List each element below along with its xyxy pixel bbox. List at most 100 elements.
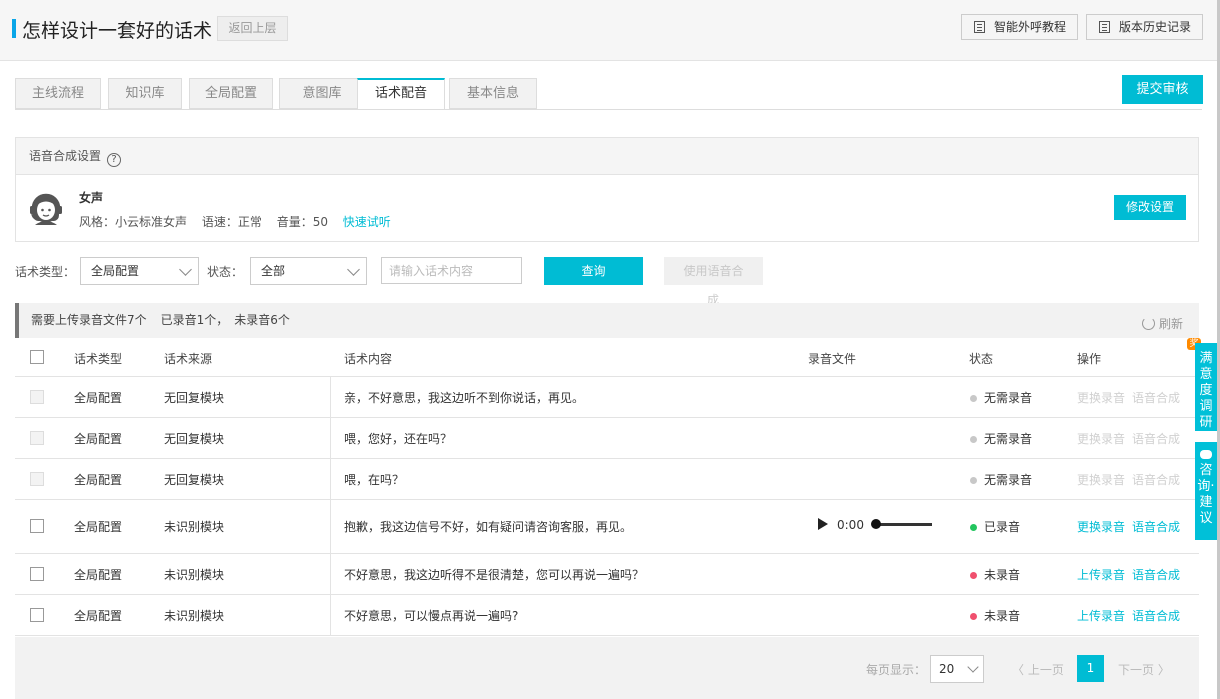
upload-needed-count: 需要上传录音文件7个 — [31, 313, 147, 327]
voice-panel-title: 语音合成设置 — [29, 149, 102, 163]
replace-recording-link[interactable]: 更换录音 — [1077, 391, 1125, 405]
column-header-content: 话术内容 — [344, 352, 393, 366]
document-icon — [1099, 21, 1110, 33]
row-type: 全局配置 — [74, 520, 123, 534]
status-dot — [970, 613, 977, 620]
status-text: 无需录音 — [984, 432, 1033, 446]
next-page-label: 下一页 — [1118, 663, 1155, 677]
audio-progress-slider[interactable] — [870, 519, 932, 529]
upload-recording-link[interactable]: 上传录音 — [1077, 568, 1125, 582]
female-voice-avatar-icon — [30, 193, 62, 225]
replace-recording-link[interactable]: 更换录音 — [1077, 432, 1125, 446]
satisfaction-survey-tab[interactable]: 满意度调研 — [1195, 343, 1217, 431]
next-page-button[interactable]: 下一页 〉 — [1118, 661, 1170, 678]
voice-synthesis-link[interactable]: 语音合成 — [1132, 473, 1180, 487]
play-icon[interactable] — [818, 518, 828, 530]
voice-synthesis-link[interactable]: 语音合成 — [1132, 568, 1180, 582]
table-row: 全局配置 无回复模块 喂，在吗？ 无需录音 更换录音 语音合成 — [15, 459, 1199, 500]
tab-knowledge-base[interactable]: 知识库 — [108, 78, 182, 109]
upload-recording-link[interactable]: 上传录音 — [1077, 609, 1125, 623]
tab-basic-info[interactable]: 基本信息 — [449, 78, 537, 109]
row-content: 喂，在吗？ — [344, 473, 405, 487]
row-content: 亲，不好意思，我这边听不到你说话，再见。 — [344, 391, 585, 405]
row-source: 未识别模块 — [164, 520, 225, 534]
table-header: 话术类型 话术来源 话术内容 录音文件 状态 操作 — [15, 338, 1199, 377]
prev-page-button[interactable]: 〈 上一页 — [1012, 661, 1064, 678]
row-source: 无回复模块 — [164, 432, 225, 446]
voice-synthesis-link[interactable]: 语音合成 — [1132, 609, 1180, 623]
row-actions: 更换录音 语音合成 — [1077, 430, 1187, 447]
recording-summary-bar: 需要上传录音文件7个 已录音1个， 未录音6个 — [15, 303, 1199, 338]
unrecorded-count: 未录音6个 — [234, 313, 290, 327]
row-source: 无回复模块 — [164, 473, 225, 487]
column-header-audio-file: 录音文件 — [808, 352, 857, 366]
row-actions: 更换录音 语音合成 — [1077, 389, 1187, 406]
table-row: 全局配置 未识别模块 不好意思，可以慢点再说一遍吗? 未录音 上传录音 语音合成 — [15, 595, 1199, 636]
tab-intent-library[interactable]: 意图库 — [279, 78, 365, 109]
table-row: 全局配置 无回复模块 喂，您好，还在吗？ 无需录音 更换录音 语音合成 — [15, 418, 1199, 459]
row-actions: 上传录音 语音合成 — [1077, 607, 1187, 624]
status-dot — [970, 436, 977, 443]
select-all-checkbox[interactable] — [30, 350, 44, 364]
status-text: 无需录音 — [984, 473, 1033, 487]
refresh-label: 刷新 — [1159, 317, 1184, 331]
row-status: 未录音 — [970, 607, 1020, 624]
row-content: 抱歉，我这边信号不好，如有疑问请咨询客服，再见。 — [344, 520, 633, 534]
row-checkbox[interactable] — [30, 472, 44, 486]
tab-main-flow[interactable]: 主线流程 — [15, 78, 101, 109]
current-page-button[interactable]: 1 — [1077, 655, 1104, 682]
query-button[interactable]: 查询 — [544, 257, 643, 285]
status-select[interactable]: 全部 — [250, 257, 367, 285]
feedback-tab[interactable]: 咨询·建议 — [1195, 442, 1217, 540]
voice-name: 女声 — [79, 191, 104, 205]
row-checkbox[interactable] — [30, 431, 44, 445]
tab-script-dubbing[interactable]: 话术配音 — [357, 78, 445, 110]
page-header: 怎样设计一套好的话术 返回上层 智能外呼教程 版本历史记录 — [0, 0, 1217, 61]
refresh-button[interactable]: 刷新 — [1142, 315, 1183, 332]
recorded-count: 已录音1个， — [160, 313, 229, 327]
row-status: 无需录音 — [970, 471, 1032, 488]
voice-synthesis-link[interactable]: 语音合成 — [1132, 432, 1180, 446]
audio-player: 0:00 — [818, 518, 932, 532]
status-text: 未录音 — [984, 609, 1021, 623]
column-header-actions: 操作 — [1077, 352, 1102, 366]
tutorial-button[interactable]: 智能外呼教程 — [961, 14, 1078, 40]
chat-icon — [1200, 450, 1212, 459]
column-header-type: 话术类型 — [74, 352, 123, 366]
row-checkbox[interactable] — [30, 390, 44, 404]
help-icon[interactable]: ? — [107, 153, 122, 167]
row-type: 全局配置 — [74, 568, 123, 582]
row-status: 未录音 — [970, 566, 1020, 583]
script-type-value: 全局配置 — [91, 264, 140, 278]
submit-review-button[interactable]: 提交审核 — [1122, 75, 1203, 104]
row-actions: 更换录音 语音合成 — [1077, 518, 1187, 535]
column-header-source: 话术来源 — [164, 352, 213, 366]
row-type: 全局配置 — [74, 609, 123, 623]
page-title: 怎样设计一套好的话术 — [22, 20, 213, 42]
per-page-select[interactable]: 20 — [930, 655, 984, 683]
status-dot — [970, 572, 977, 579]
script-type-select[interactable]: 全局配置 — [80, 257, 199, 285]
row-checkbox[interactable] — [30, 519, 44, 533]
pagination-footer: 每页显示： 20 〈 上一页 1 下一页 〉 — [15, 637, 1199, 699]
voice-meta: 风格：小云标准女声 语速：正常 音量：50 快速试听 — [79, 213, 402, 230]
row-source: 未识别模块 — [164, 568, 225, 582]
row-checkbox[interactable] — [30, 608, 44, 622]
script-content-search-input[interactable] — [381, 257, 522, 284]
voice-synthesis-link[interactable]: 语音合成 — [1132, 520, 1180, 534]
use-voice-synthesis-button[interactable]: 使用语音合 — [664, 257, 763, 285]
row-checkbox[interactable] — [30, 567, 44, 581]
status-value: 全部 — [261, 264, 286, 278]
replace-recording-link[interactable]: 更换录音 — [1077, 520, 1125, 534]
back-button[interactable]: 返回上层 — [217, 16, 288, 41]
tab-global-config[interactable]: 全局配置 — [189, 78, 273, 109]
replace-recording-link[interactable]: 更换录音 — [1077, 473, 1125, 487]
status-filter-label: 状态： — [207, 265, 244, 279]
audio-progress-knob[interactable] — [870, 519, 881, 529]
version-history-button[interactable]: 版本历史记录 — [1086, 14, 1203, 40]
table-row: 全局配置 无回复模块 亲，不好意思，我这边听不到你说话，再见。 无需录音 更换录… — [15, 377, 1199, 418]
quick-preview-link[interactable]: 快速试听 — [343, 215, 391, 229]
voice-synthesis-link[interactable]: 语音合成 — [1132, 391, 1180, 405]
modify-settings-button[interactable]: 修改设置 — [1114, 195, 1186, 220]
per-page-value: 20 — [939, 662, 955, 676]
